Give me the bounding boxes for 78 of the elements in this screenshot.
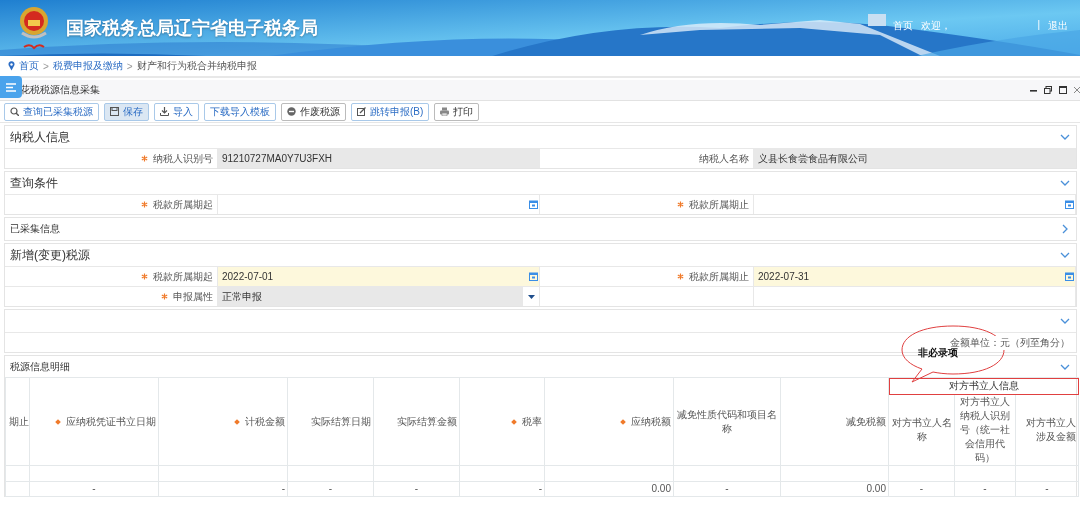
restore-icon[interactable]	[1044, 86, 1052, 94]
magnifier-icon	[10, 107, 19, 116]
section-title: 纳税人信息	[10, 128, 70, 146]
toolbar-button[interactable]: 打印	[434, 102, 480, 121]
table-cell: -	[954, 481, 1016, 497]
field-label: 税款所属期止	[689, 269, 749, 284]
site-title: 国家税务总局辽宁省电子税务局	[66, 16, 318, 40]
edit-icon	[357, 107, 366, 116]
location-pin-icon	[8, 61, 15, 71]
date-field[interactable]: 2022-07-31	[754, 267, 1076, 286]
menu-button[interactable]	[0, 76, 22, 98]
toolbar-button[interactable]: 下载导入模板	[204, 102, 276, 121]
readonly-field[interactable]: 91210727MA0Y7U3FXH	[218, 149, 540, 168]
table-cell: -	[29, 481, 159, 497]
table-cell: -	[373, 481, 460, 497]
download-icon	[160, 107, 169, 116]
field-label: 税款所属期起	[153, 269, 213, 284]
column-header: 应纳税额	[631, 415, 671, 427]
field-value: 正常申报	[222, 289, 262, 304]
toolbar-button[interactable]: 保存	[104, 102, 149, 121]
column-header: 计税金额	[245, 415, 285, 427]
table-cell: 0.00	[780, 481, 889, 497]
calendar-icon[interactable]	[1065, 200, 1074, 209]
calendar-icon[interactable]	[529, 272, 538, 281]
column-header: 实际结算日期	[311, 415, 371, 427]
toolbar-button[interactable]: 查询已采集税源	[4, 102, 99, 121]
breadcrumb-separator: >	[43, 60, 49, 72]
breadcrumb-link[interactable]: 税费申报及缴纳	[52, 59, 123, 73]
welcome-text: 欢迎，	[921, 19, 952, 33]
chevron-down-icon[interactable]	[1060, 316, 1070, 326]
section-title: 新增(变更)税源	[10, 246, 90, 264]
column-header: 对方书立人涉及金额	[1026, 417, 1076, 442]
field-label: 申报属性	[173, 289, 213, 304]
column-header: 减免性质代码和项目名称	[677, 408, 777, 434]
section-title: 税源信息明细	[10, 359, 70, 374]
field-label: 纳税人名称	[699, 151, 749, 166]
column-header: 税率	[522, 415, 542, 427]
section-title: 查询条件	[10, 174, 58, 192]
column-header: 实际结算金额	[397, 415, 457, 427]
toolbar-button[interactable]: 作废税源	[281, 102, 346, 121]
breadcrumb-link[interactable]: 首页	[19, 59, 39, 73]
column-header: 减免税额	[846, 415, 886, 427]
chevron-down-icon[interactable]	[1060, 178, 1070, 188]
breadcrumb-current: 财产和行为税合并纳税申报	[136, 59, 257, 73]
menu-icon	[6, 82, 16, 92]
separator-text: |	[1037, 19, 1040, 32]
table-cell: -	[673, 481, 781, 497]
field-label: 税款所属期止	[689, 197, 749, 212]
caret-down-icon	[527, 294, 535, 299]
toolbar-button[interactable]: 导入	[154, 102, 199, 121]
printer-icon	[440, 107, 450, 116]
chevron-down-icon[interactable]	[1060, 132, 1070, 142]
section-title: 已采集信息	[10, 222, 60, 236]
column-header: 对方书立人纳税人识别号（统一社会信用代码）	[960, 396, 1010, 463]
breadcrumb-separator: >	[126, 60, 133, 72]
column-header: 对方书立人名称	[891, 417, 952, 442]
table-cell: -	[1015, 481, 1079, 497]
callout-text: 非必录项	[918, 347, 958, 360]
date-field[interactable]: 2022-07-01	[218, 267, 540, 286]
minus-circle-icon	[287, 107, 296, 116]
group-header: 对方书立人信息	[888, 377, 1079, 395]
table-cell: -	[158, 481, 288, 497]
column-header: 期止	[9, 415, 29, 427]
field-label: 税款所属期起	[153, 197, 213, 212]
table-cell: -	[459, 481, 545, 497]
chevron-down-icon[interactable]	[1060, 250, 1070, 260]
readonly-field[interactable]: 义县长食尝食品有限公司	[754, 149, 1076, 168]
field-label: 纳税人识别号	[153, 151, 213, 166]
table-cell: -	[287, 481, 374, 497]
toolbar-button[interactable]: 跳转申报(B)	[351, 102, 430, 121]
column-header: 应纳税凭证书立日期	[66, 415, 156, 427]
chevron-right-icon[interactable]	[1060, 224, 1070, 234]
close-icon[interactable]	[1074, 86, 1080, 94]
calendar-icon[interactable]	[1065, 272, 1074, 281]
calendar-icon[interactable]	[529, 200, 538, 209]
table-cell: 0.00	[544, 481, 674, 497]
table-cell: -	[888, 481, 955, 497]
maximize-icon[interactable]	[1059, 86, 1067, 94]
